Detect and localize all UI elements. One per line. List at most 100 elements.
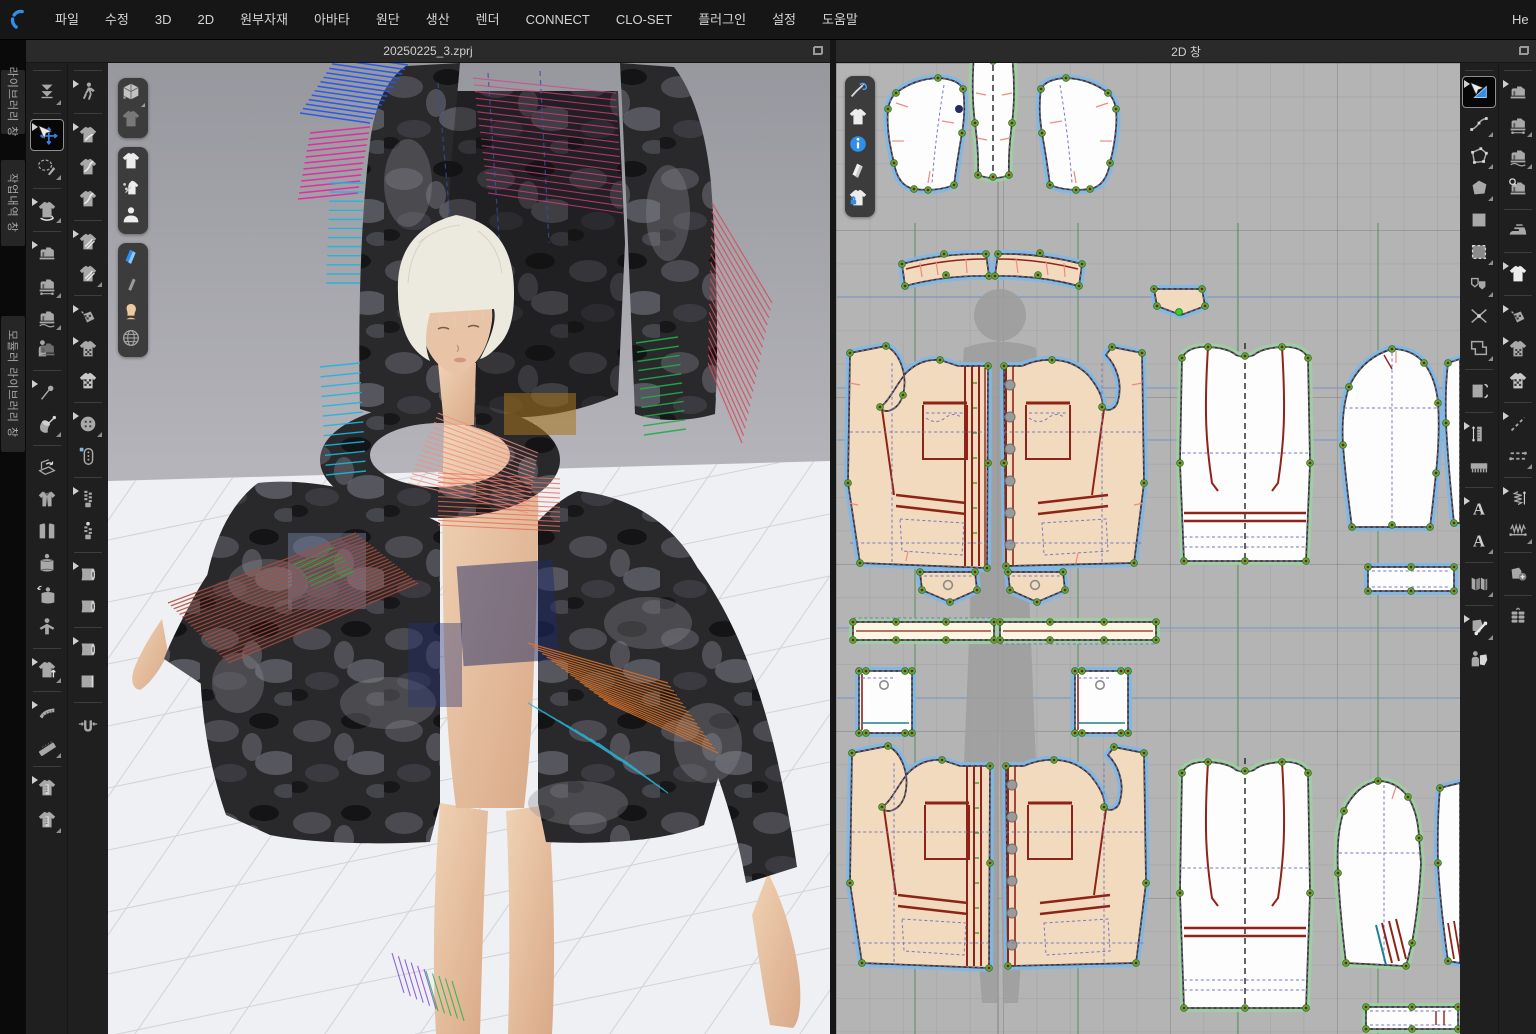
3d-viewport[interactable] xyxy=(108,63,830,1034)
menu-item-1[interactable]: 수정 xyxy=(92,0,142,40)
edit-annotation-tool[interactable]: A xyxy=(1463,494,1495,524)
grading-tool[interactable] xyxy=(1463,612,1495,642)
edit-sewing-2d-tool[interactable] xyxy=(1502,173,1534,203)
sewing-free-tool[interactable] xyxy=(31,270,63,300)
fabric-roll-a-tool[interactable] xyxy=(72,559,104,589)
pattern-front-left[interactable] xyxy=(845,343,992,572)
pattern-back[interactable] xyxy=(1177,343,1314,564)
pattern-front-right[interactable] xyxy=(1001,344,1148,570)
pattern-hood-side-right[interactable] xyxy=(1038,75,1120,194)
show-sewing-toggle[interactable] xyxy=(847,79,873,106)
steam-iron-tool[interactable] xyxy=(1502,216,1534,246)
pattern-pocket-right[interactable] xyxy=(1072,668,1132,737)
show-avatar-toggle[interactable] xyxy=(120,204,146,231)
pattern-strip-right[interactable] xyxy=(1365,564,1458,595)
show-3d-garment-toggle[interactable] xyxy=(120,81,146,108)
avatar-skin-view-toggle[interactable] xyxy=(120,300,146,327)
fitting-tool[interactable] xyxy=(31,334,63,364)
menu-item-13[interactable]: 도움말 xyxy=(809,0,871,40)
pattern-sleeve-b[interactable] xyxy=(1335,778,1423,970)
show-garment-dim-toggle[interactable] xyxy=(120,108,146,135)
sidebar-tab-history[interactable]: 작업내역 창 xyxy=(1,160,25,246)
menu-item-11[interactable]: 플러그인 xyxy=(685,0,759,40)
pin-tool[interactable] xyxy=(31,377,63,407)
arrangement-rotate-tool[interactable] xyxy=(31,580,63,610)
pleat-clamp-tool[interactable] xyxy=(72,709,104,739)
tuck-a-tool[interactable] xyxy=(72,227,104,257)
ruler-tool[interactable] xyxy=(31,730,63,760)
fabric-mesh-toggle[interactable] xyxy=(120,273,146,300)
2d-window-titlebar[interactable]: 2D 창 xyxy=(836,40,1536,63)
menu-item-9[interactable]: CONNECT xyxy=(513,0,603,40)
edit-seamline-tool[interactable] xyxy=(1463,301,1495,331)
tack-tool[interactable] xyxy=(1502,441,1534,471)
pattern-sleeve-sliver-b[interactable] xyxy=(1435,783,1460,964)
pattern-belt-left[interactable] xyxy=(850,618,998,643)
transform-pattern-tool[interactable] xyxy=(1463,77,1495,107)
lock-patterns-toggle[interactable] xyxy=(847,187,873,214)
pleat-fold-tool[interactable] xyxy=(1502,602,1534,632)
pattern-front-right-b[interactable] xyxy=(1003,744,1150,970)
fit-avatar-tool[interactable] xyxy=(1463,644,1495,674)
sewing-free-2d-tool[interactable] xyxy=(1502,109,1534,139)
environment-view-toggle[interactable] xyxy=(120,327,146,354)
pattern-strip-bottom[interactable] xyxy=(1363,1004,1460,1033)
internal-polygon-tool[interactable] xyxy=(1463,237,1495,267)
select-brush-tool[interactable] xyxy=(31,152,63,182)
pleats-tool[interactable] xyxy=(1463,569,1495,599)
menu-item-0[interactable]: 파일 xyxy=(42,0,92,40)
float-window-icon[interactable] xyxy=(1519,46,1529,55)
menu-item-10[interactable]: CLO-SET xyxy=(603,0,685,40)
garment-measure-basic-tool[interactable] xyxy=(31,773,63,803)
buttonhole-tool-tool[interactable] xyxy=(72,441,104,471)
zipper-default-tool[interactable] xyxy=(72,516,104,546)
pattern-pocket-left[interactable] xyxy=(856,668,916,737)
walk-avatar-tool[interactable] xyxy=(72,77,104,107)
fold-arrangement-tool[interactable] xyxy=(31,452,63,482)
texture-all-tool[interactable] xyxy=(72,366,104,396)
texture-partial-2d-tool[interactable] xyxy=(1502,334,1534,364)
float-window-icon[interactable] xyxy=(813,46,823,55)
rotate-garment-tool[interactable] xyxy=(31,195,63,225)
sewing-mn-2d-tool[interactable] xyxy=(1502,141,1534,171)
show-patterns-toggle[interactable] xyxy=(847,106,873,133)
elastic-tool[interactable] xyxy=(1502,516,1534,546)
2d-pattern-canvas[interactable] xyxy=(836,63,1460,1034)
show-fabric-toggle[interactable] xyxy=(847,160,873,187)
polygon-pattern-tool[interactable] xyxy=(1463,173,1495,203)
sewing-segment-2d-tool[interactable] xyxy=(1502,77,1534,107)
fold-tack-tool[interactable] xyxy=(31,409,63,439)
pattern-waistband-left[interactable] xyxy=(899,251,993,290)
fabric-thick-texture-toggle[interactable] xyxy=(120,246,146,273)
pattern-hood-center[interactable] xyxy=(972,63,1016,180)
show-pins-toggle[interactable] xyxy=(120,177,146,204)
menu-item-5[interactable]: 아바타 xyxy=(301,0,363,40)
pattern-front-left-b[interactable] xyxy=(847,743,994,972)
pattern-hood-side-left[interactable] xyxy=(885,75,967,194)
sewing-segment-tool[interactable] xyxy=(31,238,63,268)
pattern-waistband-right[interactable] xyxy=(992,250,1086,290)
sidebar-tab-library[interactable]: 라이브러리 창 xyxy=(1,70,25,134)
trace-tool[interactable] xyxy=(1463,333,1495,363)
paint-texture-2d-tool[interactable] xyxy=(1502,302,1534,332)
fabric-roll-c-tool[interactable] xyxy=(72,634,104,664)
pattern-symmetry-plus-tool[interactable] xyxy=(1502,559,1534,589)
seam-allowance-ruler-tool[interactable] xyxy=(1463,419,1495,449)
3d-window-titlebar[interactable]: 20250225_3.zprj xyxy=(26,40,830,63)
show-garment-toggle[interactable] xyxy=(120,150,146,177)
edit-pattern-tool[interactable] xyxy=(1463,109,1495,139)
zipper-free-tool[interactable] xyxy=(72,484,104,514)
basting-tool[interactable] xyxy=(1502,409,1534,439)
menu-item-6[interactable]: 원단 xyxy=(363,0,413,40)
menu-item-4[interactable]: 원부자재 xyxy=(227,0,301,40)
garment-measure-full-tool[interactable] xyxy=(31,805,63,835)
menu-item-8[interactable]: 렌더 xyxy=(463,0,513,40)
simulate-tool[interactable] xyxy=(31,77,63,107)
texture-all-2d-tool[interactable] xyxy=(1502,366,1534,396)
pattern-sleeve-sliver[interactable] xyxy=(1443,359,1460,526)
button-tool-tool[interactable] xyxy=(72,409,104,439)
dart-tool[interactable] xyxy=(1463,269,1495,299)
arrangement-wrap-tool[interactable] xyxy=(31,548,63,578)
elastic-edit-tool[interactable] xyxy=(1502,484,1534,514)
sculpt-garment-tool[interactable] xyxy=(72,120,104,150)
